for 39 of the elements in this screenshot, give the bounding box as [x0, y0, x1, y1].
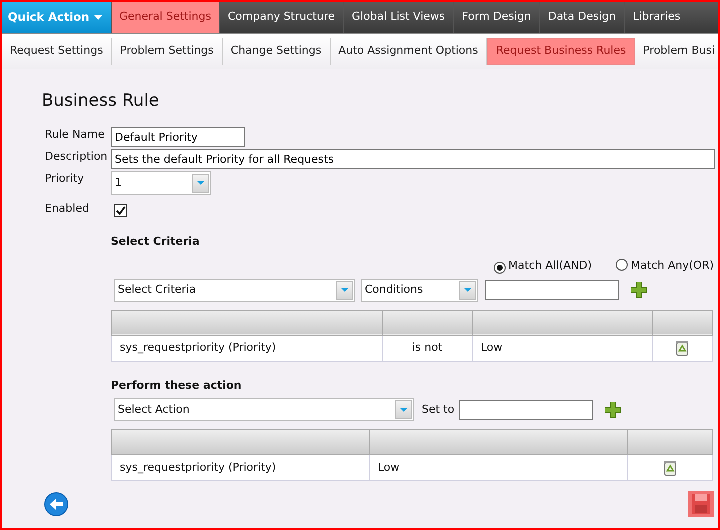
- table-cell: Low: [370, 454, 628, 481]
- save-icon[interactable]: [688, 491, 714, 518]
- add-icon[interactable]: [631, 282, 647, 298]
- table-cell: sys_requestpriority (Priority): [112, 335, 382, 362]
- priority-dropdown[interactable]: 1: [111, 171, 211, 196]
- table-cell: is not: [382, 335, 472, 362]
- trash-icon[interactable]: [676, 340, 689, 356]
- action-dropdown[interactable]: Select Action: [114, 398, 414, 422]
- section-heading: Perform these action: [111, 378, 243, 394]
- nav-tab[interactable]: Global List Views: [343, 2, 454, 33]
- add-icon[interactable]: [604, 402, 621, 418]
- settings-tab[interactable]: Problem Busi: [635, 38, 718, 65]
- nav-tab[interactable]: Company Structure: [219, 2, 343, 33]
- description-field[interactable]: Sets the default Priority for all Requests: [111, 149, 715, 170]
- conditions-dropdown[interactable]: Conditions: [361, 278, 478, 302]
- settings-tab[interactable]: Problem Settings: [112, 38, 223, 65]
- nav-tab[interactable]: Libraries: [624, 2, 689, 33]
- rule-name-field[interactable]: Default Priority: [111, 127, 245, 148]
- table-cell: Low: [472, 335, 652, 362]
- field-label: Enabled: [45, 201, 90, 218]
- field-label: Priority: [45, 171, 86, 188]
- set-to-label: Set to: [422, 402, 455, 418]
- section-heading: Select Criteria: [111, 234, 201, 250]
- settings-tab[interactable]: Request Settings: [2, 38, 112, 65]
- criteria-value-field[interactable]: [485, 280, 619, 300]
- page-title: Business Rule: [42, 91, 160, 112]
- nav-tab[interactable]: Form Design: [453, 2, 540, 33]
- radio-option[interactable]: Match Any(OR): [616, 258, 714, 275]
- field-label: Description: [45, 149, 109, 166]
- nav-tab[interactable]: Data Design: [539, 2, 624, 33]
- criteria-dropdown[interactable]: Select Criteria: [114, 278, 355, 302]
- caret-icon: [94, 15, 103, 20]
- field-label: Rule Name: [45, 127, 106, 144]
- radio-option[interactable]: Match All(AND): [494, 258, 592, 275]
- table-cell: sys_requestpriority (Priority): [112, 454, 370, 481]
- settings-tab[interactable]: Change Settings: [222, 38, 331, 65]
- set-to-field[interactable]: [458, 400, 593, 420]
- trash-icon[interactable]: [664, 460, 676, 476]
- enabled-checkbox[interactable]: [114, 204, 127, 218]
